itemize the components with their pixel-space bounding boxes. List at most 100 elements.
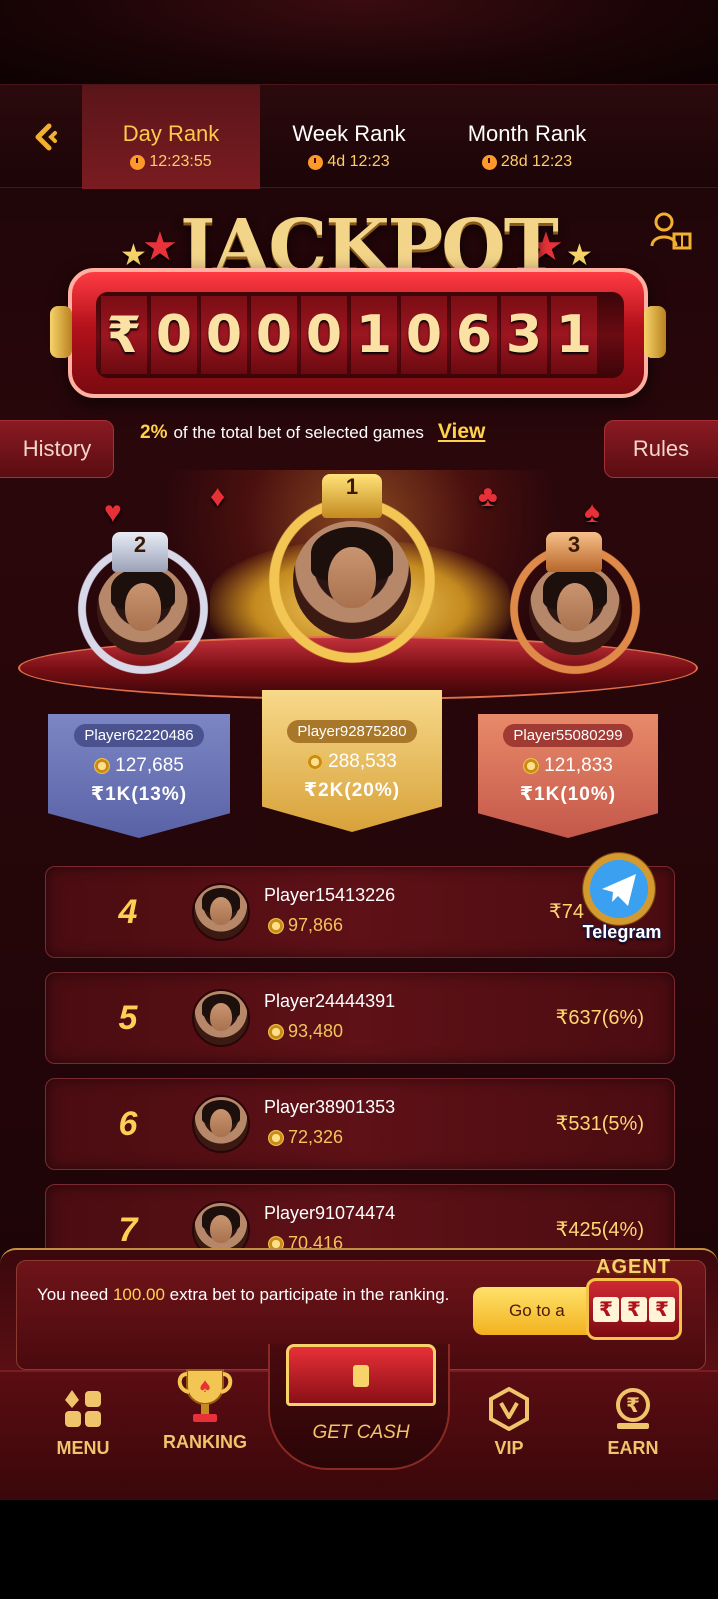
view-link[interactable]: View [438, 420, 485, 444]
nav-menu[interactable]: MENU [28, 1386, 138, 1459]
nav-label: EARN [607, 1438, 659, 1458]
header-backdrop [0, 0, 718, 84]
tab-timer: 12:23:55 [82, 153, 260, 171]
first-place-avatar-frame [264, 492, 440, 668]
tab-timer: 4d 12:23 [260, 153, 438, 171]
nav-earn[interactable]: ₹ EARN [578, 1386, 688, 1459]
nav-get-cash[interactable]: GET CASH [268, 1344, 450, 1470]
first-place-card: Player92875280 288,533 ₹2K(20%) [262, 690, 442, 832]
rank-row[interactable]: 6 Player38901353 72,326 ₹531(5%) [45, 1078, 675, 1170]
clock-icon [130, 154, 146, 170]
player-prize: ₹1K(13%) [90, 784, 188, 805]
rank-tab-bar: Day Rank 12:23:55 Week Rank 4d 12:23 Mon… [0, 84, 718, 189]
avatar [192, 1095, 250, 1153]
silver-crown: 2 [112, 532, 168, 572]
agent-button[interactable]: AGENT ₹ ₹ ₹ [586, 1256, 700, 1352]
player-coins: 72,326 [268, 1127, 343, 1148]
slot-symbol: ₹ [593, 1296, 619, 1322]
nav-vip[interactable]: VIP [454, 1386, 564, 1459]
coin-value: 288,533 [328, 751, 397, 772]
jackpot-digit: 6 [450, 296, 497, 374]
rank-number: 4 [118, 893, 138, 931]
coin-icon [94, 758, 111, 774]
coin-value: 72,326 [288, 1127, 344, 1147]
nav-label: RANKING [163, 1432, 247, 1452]
treasure-chest-icon [286, 1344, 436, 1406]
notice-text: You need 100.00 extra bet to participate… [37, 1283, 457, 1307]
system-bar [0, 1500, 718, 1599]
player-coins: 121,833 [478, 755, 658, 777]
third-place-card: Player55080299 121,833 ₹1K(10%) [478, 714, 658, 838]
podium: ♥ ♦ ♣ ♠ 2 1 3 Player62220486 127,685 ₹1K… [0, 470, 718, 870]
player-name: Player38901353 [264, 1097, 396, 1117]
avatar[interactable] [97, 563, 189, 655]
svg-text:₹: ₹ [626, 1393, 640, 1417]
clock-icon [481, 154, 497, 170]
agent-label: AGENT [596, 1256, 671, 1278]
avatar[interactable] [529, 563, 621, 655]
player-prize: ₹531(5%) [555, 1113, 644, 1135]
back-arrow-icon [35, 123, 57, 151]
coin-value: 93,480 [288, 1021, 344, 1041]
club-suit-icon: ♣ [478, 480, 498, 513]
jackpot-digit: 1 [550, 296, 597, 374]
player-prize: ₹1K(10%) [519, 784, 617, 805]
rank-row[interactable]: 5 Player24444391 93,480 ₹637(6%) [45, 972, 675, 1064]
back-button[interactable] [22, 113, 70, 161]
jackpot-digits: ₹ 0 0 0 0 1 0 6 3 1 [96, 292, 624, 378]
nav-ranking[interactable]: ♠ RANKING [150, 1362, 260, 1453]
tab-week-rank[interactable]: Week Rank 4d 12:23 [260, 85, 438, 189]
notice-pre: You need [37, 1285, 113, 1304]
gold-crown: 1 [322, 474, 382, 518]
coin-value: 121,833 [544, 755, 613, 776]
menu-icon [60, 1386, 106, 1432]
user-gift-button[interactable] [650, 210, 692, 252]
coin-icon [268, 1129, 284, 1146]
player-name: Player62220486 [74, 724, 204, 747]
tab-day-rank[interactable]: Day Rank 12:23:55 [82, 85, 260, 189]
slot-machine-icon: ₹ ₹ ₹ [586, 1278, 682, 1340]
player-name: Player91074474 [264, 1203, 396, 1223]
tab-label: Week Rank [292, 121, 406, 146]
nav-label: MENU [56, 1438, 110, 1458]
coin-icon [268, 1023, 284, 1040]
tab-month-rank[interactable]: Month Rank 28d 12:23 [438, 85, 616, 189]
rupee-earn-icon: ₹ [610, 1386, 656, 1432]
app-root: Day Rank 12:23:55 Week Rank 4d 12:23 Mon… [0, 0, 718, 1599]
tab-timer: 28d 12:23 [438, 153, 616, 171]
player-coins: 288,533 [262, 751, 442, 773]
player-name: Player15413226 [264, 885, 396, 905]
coin-value: 127,685 [115, 755, 184, 776]
nav-label: GET CASH [312, 1422, 410, 1443]
clock-icon [308, 154, 324, 170]
rank-number: 7 [118, 1211, 138, 1249]
rank-number: 5 [118, 999, 138, 1037]
player-prize: ₹637(6%) [555, 1007, 644, 1029]
timer-text: 28d 12:23 [500, 153, 573, 170]
rank-number: 1 [345, 474, 359, 499]
rank-number: 6 [118, 1105, 138, 1143]
jackpot-digit: 3 [500, 296, 547, 374]
jackpot-digit: 0 [300, 296, 347, 374]
slot-symbol: ₹ [621, 1296, 647, 1322]
tab-label: Month Rank [467, 121, 587, 146]
player-name: Player92875280 [287, 720, 417, 743]
telegram-button[interactable]: Telegram [572, 852, 672, 948]
svg-text:♠: ♠ [198, 1377, 212, 1396]
bottom-nav: MENU ♠ RANKING GET CASH VIP ₹ EARN [0, 1344, 718, 1500]
trophy-icon: ♠ [173, 1362, 237, 1426]
tab-label: Day Rank [122, 121, 220, 146]
avatar[interactable] [293, 521, 411, 639]
rank-number: 3 [567, 532, 581, 557]
player-name: Player55080299 [503, 724, 633, 747]
avatar [192, 883, 250, 941]
diamond-suit-icon: ♦ [210, 480, 226, 513]
jackpot-digit: 1 [350, 296, 397, 374]
bet-percent: 2% [140, 422, 168, 443]
jackpot-digit: 0 [150, 296, 197, 374]
bet-info-text: of the total bet of selected games [173, 423, 424, 442]
jackpot-digit: 0 [400, 296, 447, 374]
coin-icon [307, 754, 324, 770]
star-icon: ★ [142, 225, 178, 269]
jackpot-counter: ₹ 0 0 0 0 1 0 6 3 1 [50, 268, 666, 398]
